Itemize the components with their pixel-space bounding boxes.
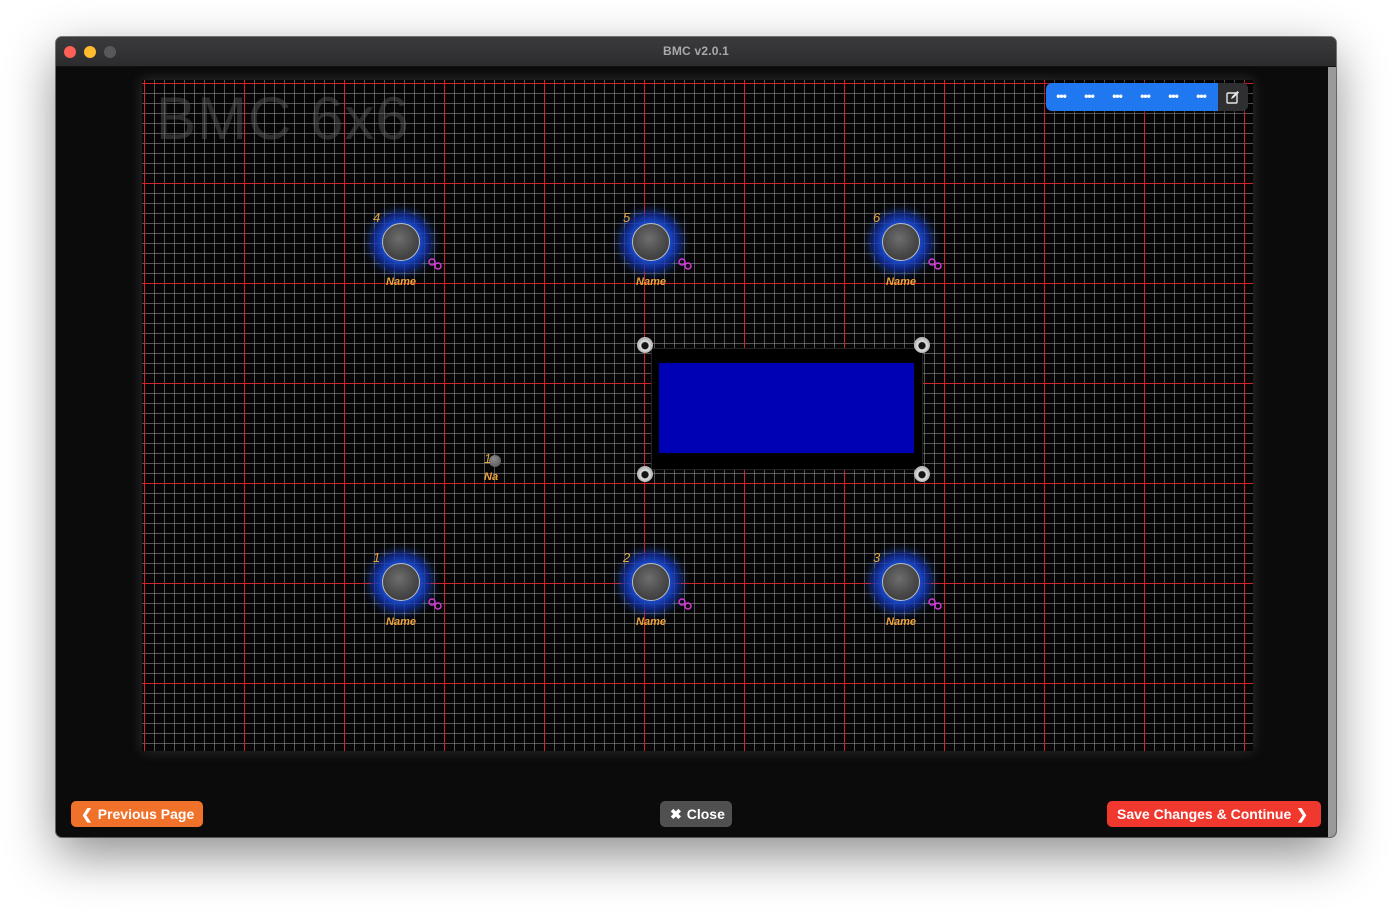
encoder-cap bbox=[632, 223, 670, 261]
chevron-right-icon: ❯ bbox=[1296, 806, 1308, 822]
encoder-label: Name bbox=[636, 276, 666, 288]
display-screw-top-right bbox=[914, 337, 930, 353]
encoder-number: 1 bbox=[373, 550, 381, 565]
save-continue-label: Save Changes & Continue bbox=[1117, 806, 1292, 822]
save-continue-button[interactable]: Save Changes & Continue ❯ bbox=[1107, 801, 1321, 827]
led-label: Na bbox=[484, 471, 499, 483]
encoder-label: Name bbox=[886, 276, 916, 288]
link-icon bbox=[678, 258, 692, 270]
close-label: Close bbox=[686, 806, 725, 822]
link-icon bbox=[928, 598, 942, 610]
encoder-4[interactable]: 4 Name bbox=[371, 210, 442, 288]
encoder-number: 3 bbox=[873, 550, 881, 565]
edit-icon bbox=[1226, 91, 1239, 104]
close-icon: ✖ bbox=[670, 806, 682, 822]
previous-page-button[interactable]: ❮ Previous Page bbox=[71, 801, 203, 827]
encoder-label: Name bbox=[386, 276, 416, 288]
encoder-2[interactable]: 2 Name bbox=[621, 550, 692, 628]
device-name-watermark: BMC 6x6 bbox=[156, 85, 410, 152]
link-icon bbox=[928, 258, 942, 270]
encoder-number: 6 bbox=[873, 210, 881, 225]
toolbar-button-5[interactable]: ••• bbox=[1162, 88, 1184, 106]
led-1[interactable]: 1 Na bbox=[484, 451, 520, 489]
chevron-left-icon: ❮ bbox=[81, 806, 93, 822]
link-icon bbox=[428, 598, 442, 610]
encoder-1[interactable]: 1 Name bbox=[371, 550, 442, 628]
lcd-display[interactable] bbox=[651, 348, 923, 470]
encoder-cap bbox=[882, 223, 920, 261]
encoder-3[interactable]: 3 Name bbox=[871, 550, 942, 628]
toolbar-button-6[interactable]: ••• bbox=[1190, 88, 1212, 106]
encoder-5[interactable]: 5 Name bbox=[621, 210, 692, 288]
led-number: 1 bbox=[484, 451, 492, 466]
display-screw-bottom-left bbox=[637, 466, 653, 482]
encoder-cap bbox=[882, 563, 920, 601]
vertical-scrollbar[interactable] bbox=[1328, 67, 1336, 837]
close-button[interactable]: ✖ Close bbox=[660, 801, 732, 827]
previous-page-label: Previous Page bbox=[97, 806, 195, 822]
toolbar-button-4[interactable]: ••• bbox=[1134, 88, 1156, 106]
title-bar: BMC v2.0.1 bbox=[56, 37, 1336, 67]
encoder-label: Name bbox=[386, 616, 416, 628]
encoder-label: Name bbox=[636, 616, 666, 628]
encoder-cap bbox=[632, 563, 670, 601]
toolbar-button-1[interactable]: ••• bbox=[1050, 88, 1072, 106]
app-window: BMC v2.0.1 BMC 6x6 ••• ••• ••• ••• ••• •… bbox=[56, 37, 1336, 837]
edit-button[interactable] bbox=[1218, 83, 1248, 111]
encoder-number: 5 bbox=[623, 210, 631, 225]
display-screw-top-left bbox=[637, 337, 653, 353]
encoder-number: 2 bbox=[623, 550, 631, 565]
encoder-6[interactable]: 6 Name bbox=[871, 210, 942, 288]
window-title: BMC v2.0.1 bbox=[662, 44, 730, 58]
encoder-cap bbox=[382, 223, 420, 261]
lcd-screen bbox=[659, 363, 914, 453]
encoder-label: Name bbox=[886, 616, 916, 628]
device-layout-canvas[interactable]: BMC 6x6 ••• ••• ••• ••• ••• ••• 4 Name 5… bbox=[142, 80, 1253, 751]
layout-toolbar: ••• ••• ••• ••• ••• ••• bbox=[1046, 83, 1248, 111]
link-icon bbox=[678, 598, 692, 610]
display-screw-bottom-right bbox=[914, 466, 930, 482]
toolbar-button-3[interactable]: ••• bbox=[1106, 88, 1128, 106]
encoder-number: 4 bbox=[373, 210, 381, 225]
link-icon bbox=[428, 258, 442, 270]
encoder-cap bbox=[382, 563, 420, 601]
toolbar-button-2[interactable]: ••• bbox=[1078, 88, 1100, 106]
